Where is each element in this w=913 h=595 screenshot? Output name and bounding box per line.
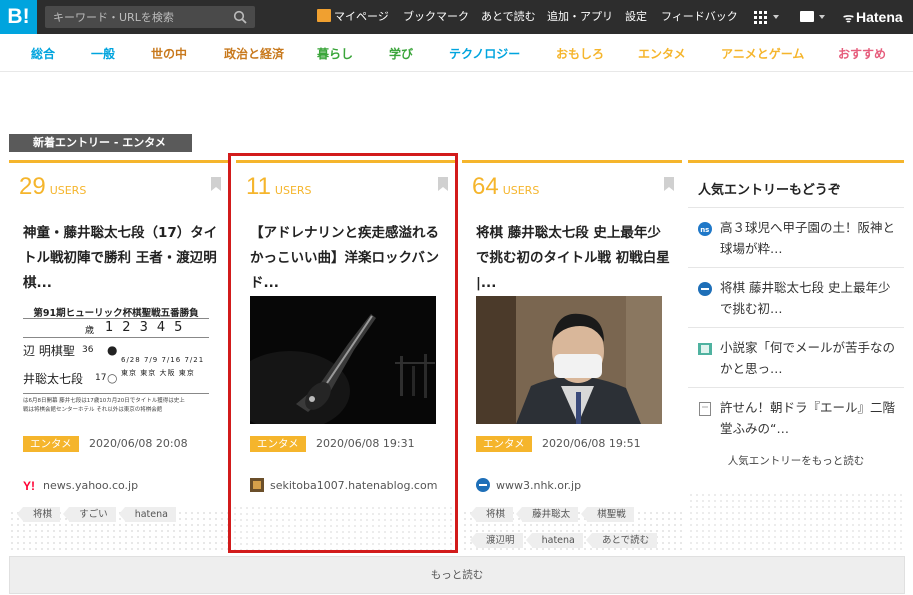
popular-entry-title: 許せん！朝ドラ『エール』二階堂ふみの“…: [720, 400, 896, 436]
thumb-player2-age: 17: [95, 373, 107, 383]
category-tag[interactable]: エンタメ: [476, 436, 532, 452]
tag[interactable]: 棋聖戦: [581, 507, 634, 522]
thumb-games: 12345: [105, 320, 192, 335]
category-tab[interactable]: おもしろ: [556, 45, 604, 62]
sidebar-footer-pattern: [688, 492, 904, 550]
thumb-player1: 辺 明棋聖: [23, 344, 75, 358]
entry-date: 2020/06/08 20:08: [89, 437, 188, 450]
search-icon[interactable]: [233, 10, 247, 24]
category-tab[interactable]: 学び: [389, 45, 413, 62]
category-tab[interactable]: アニメとゲーム: [721, 45, 804, 62]
search-input[interactable]: [45, 6, 225, 28]
tag[interactable]: 将棋: [469, 507, 514, 522]
apps-grid-icon[interactable]: [754, 11, 767, 24]
tag[interactable]: 将棋: [16, 507, 61, 522]
category-tab-active[interactable]: エンタメ: [638, 45, 686, 62]
entry-date: 2020/06/08 19:51: [542, 437, 641, 450]
thumb-divider: [23, 337, 209, 338]
category-tab[interactable]: 一般: [91, 45, 115, 62]
category-tab[interactable]: 総合: [31, 45, 55, 62]
popular-entries-sidebar: 人気エントリーもどうぞ ns 高３球児へ甲子園の土！阪神と球場が粋… 将棋 藤井…: [688, 160, 904, 490]
add-apps-link[interactable]: 追加・アプリ: [547, 0, 613, 34]
tag-list: 将棋 藤井聡太 棋聖戦 渡辺明 hatena あとで読む: [469, 502, 676, 554]
load-more-button[interactable]: もっと読む: [9, 556, 905, 594]
search-box[interactable]: [45, 6, 255, 28]
chevron-down-icon[interactable]: [819, 15, 825, 19]
entry-source[interactable]: www3.nhk.or.jp: [476, 478, 581, 492]
thumb-dates: 6/28 7/9 7/16 7/21: [121, 356, 205, 364]
nhk-icon: [698, 282, 712, 296]
category-tab[interactable]: 暮らし: [317, 45, 353, 62]
wifi-icon: ᯤ: [843, 11, 854, 25]
category-tag[interactable]: エンタメ: [23, 436, 79, 452]
settings-link[interactable]: 設定: [625, 0, 647, 34]
yahoo-favicon-icon: Y!: [23, 479, 35, 492]
bookmark-icon[interactable]: [664, 177, 674, 191]
category-tab[interactable]: テクノロジー: [449, 45, 520, 62]
thumb-venues: 東京 東京 大阪 東京: [121, 369, 195, 377]
entry-title[interactable]: 将棋 藤井聡太七段 史上最年少で挑む初のタイトル戦 初戦白星 |...: [476, 221, 671, 296]
tag[interactable]: hatena: [118, 507, 176, 522]
hatena-bookmark-logo[interactable]: B!: [0, 0, 37, 34]
category-tab[interactable]: 政治と経済: [224, 45, 284, 62]
thumb-divider: [23, 318, 209, 319]
svg-text:Y!: Y!: [23, 479, 35, 492]
mypage-icon: [317, 9, 331, 22]
tag[interactable]: すごい: [63, 507, 116, 522]
loss-mark-icon: ○: [107, 371, 118, 385]
feedback-link[interactable]: フィードバック: [661, 0, 738, 34]
mypage-link[interactable]: マイページ: [317, 0, 389, 34]
book-icon: [698, 343, 712, 355]
thumb-divider: [23, 393, 209, 394]
tag[interactable]: 藤井聡太: [516, 507, 579, 522]
page-icon: [699, 402, 711, 416]
thumb-age-label: 歳: [85, 326, 95, 336]
category-nav: 総合 一般 世の中 政治と経済 暮らし 学び テクノロジー おもしろ エンタメ …: [0, 34, 913, 72]
entry-thumbnail[interactable]: 第91期ヒューリック杯棋聖戦五番勝負 歳 12345 辺 明棋聖 36 ● 6/…: [23, 296, 209, 424]
thumb-player1-age: 36: [82, 345, 94, 355]
users-count[interactable]: 64 USERS: [472, 173, 539, 201]
tag[interactable]: あとで読む: [585, 533, 658, 548]
global-header: B! マイページ ブックマーク あとで読む 追加・アプリ 設定 フィードバック …: [0, 0, 913, 34]
tag-list: 将棋 すごい hatena: [16, 502, 223, 528]
chevron-down-icon[interactable]: [773, 15, 779, 19]
win-mark-icon: ●: [107, 343, 118, 357]
read-later-link[interactable]: あとで読む: [481, 0, 536, 34]
entry-card[interactable]: 29 USERS 神童・藤井聡太七段（17）タイトル戦初陣で勝利 王者・渡辺明棋.…: [9, 160, 229, 550]
popular-entry-title: 将棋 藤井聡太七段 史上最年少で挑む初…: [720, 280, 891, 316]
entry-card[interactable]: 64 USERS 将棋 藤井聡太七段 史上最年少で挑む初のタイトル戦 初戦白星 |…: [462, 160, 682, 550]
popular-entry-title: 小説家「何でメールが苦手なのかと思っ…: [720, 340, 896, 376]
bookmark-link[interactable]: ブックマーク: [403, 0, 469, 34]
category-tab[interactable]: おすすめ: [838, 45, 886, 62]
entry-thumbnail[interactable]: [476, 296, 662, 424]
more-popular-link[interactable]: 人気エントリーをもっと読む: [688, 453, 904, 468]
highlight-box: [228, 153, 458, 553]
ns-icon: ns: [698, 222, 712, 236]
thumb-footnote: は6月8日開幕 藤井七段は17歳10カ月20日でタイトル獲得は史上: [23, 398, 185, 404]
users-count[interactable]: 29 USERS: [19, 173, 86, 201]
section-label: 新着エントリー - エンタメ: [9, 134, 192, 152]
notification-icon[interactable]: [800, 11, 814, 22]
nhk-favicon-icon: [476, 478, 490, 492]
category-tab[interactable]: 世の中: [151, 45, 187, 62]
tag[interactable]: hatena: [525, 533, 583, 548]
tag[interactable]: 渡辺明: [470, 533, 523, 548]
hatena-logo[interactable]: ᯤ Hatena: [843, 0, 903, 34]
entry-source[interactable]: Y! news.yahoo.co.jp: [23, 478, 138, 492]
thumb-heading: 第91期ヒューリック杯棋聖戦五番勝負: [33, 308, 199, 319]
entry-title[interactable]: 神童・藤井聡太七段（17）タイトル戦初陣で勝利 王者・渡辺明棋...: [23, 221, 218, 296]
bookmark-icon[interactable]: [211, 177, 221, 191]
shogi-player-photo: [476, 296, 662, 424]
thumb-footnote: 戦は将棋会館センターホテル それ以外は東京の将棋会館: [23, 407, 163, 413]
thumb-player2: 井聡太七段: [23, 372, 84, 386]
svg-text:ns: ns: [700, 226, 709, 234]
popular-entry-item[interactable]: ns 高３球児へ甲子園の土！阪神と球場が粋…: [688, 207, 904, 267]
popular-entry-item[interactable]: 許せん！朝ドラ『エール』二階堂ふみの“…: [688, 387, 904, 447]
sidebar-title: 人気エントリーもどうぞ: [698, 183, 841, 198]
popular-entry-title: 高３球児へ甲子園の土！阪神と球場が粋…: [720, 220, 896, 256]
popular-entry-item[interactable]: 将棋 藤井聡太七段 史上最年少で挑む初…: [688, 267, 904, 327]
popular-entry-item[interactable]: 小説家「何でメールが苦手なのかと思っ…: [688, 327, 904, 387]
